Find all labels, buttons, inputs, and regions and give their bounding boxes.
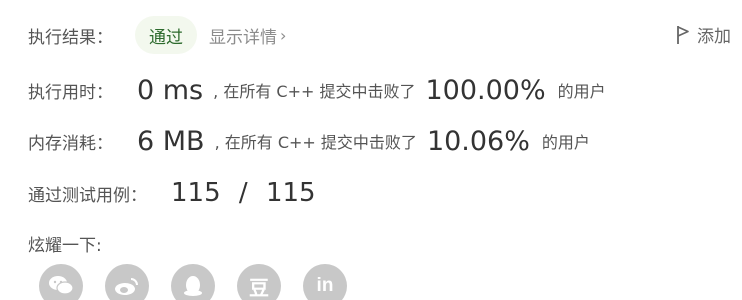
wechat-icon[interactable] xyxy=(39,264,83,300)
linkedin-icon[interactable]: in xyxy=(303,264,347,300)
show-details-label: 显示详情 xyxy=(209,27,277,48)
chevron-right-icon: › xyxy=(280,25,287,45)
result-label: 执行结果： xyxy=(28,27,113,48)
add-note-button[interactable]: 添加 xyxy=(676,22,731,47)
memory-users-text: 的用户 xyxy=(541,133,590,152)
wechat-glyph xyxy=(49,276,74,295)
share-row: 炫耀一下: xyxy=(28,230,102,256)
add-note-label: 添加 xyxy=(697,27,731,47)
memory-value: 6 MB xyxy=(137,125,205,157)
qq-icon[interactable] xyxy=(171,264,215,300)
weibo-icon[interactable] xyxy=(105,264,149,300)
runtime-label: 执行用时： xyxy=(28,82,113,103)
memory-label: 内存消耗： xyxy=(28,133,113,154)
douban-icon[interactable]: 豆 xyxy=(237,264,281,300)
result-row: 执行结果： 通过 显示详情 › xyxy=(28,15,286,55)
testcases-total: 115 xyxy=(265,178,316,208)
testcases-passed: 115 xyxy=(171,178,221,208)
linkedin-glyph: in xyxy=(316,275,334,296)
flag-icon xyxy=(677,25,689,44)
testcases-count: 115 / 115 xyxy=(171,178,316,208)
runtime-value: 0 ms xyxy=(137,74,204,106)
qq-glyph xyxy=(184,276,202,296)
share-icons: 豆 in xyxy=(39,264,369,300)
douban-glyph: 豆 xyxy=(249,275,269,300)
memory-row: 内存消耗： 6 MB , 在所有 C++ 提交中击败了 10.06% 的用户 xyxy=(28,121,590,161)
weibo-glyph xyxy=(115,278,138,295)
status-badge: 通过 xyxy=(135,16,197,54)
runtime-percent: 100.00% xyxy=(425,74,546,106)
memory-beat-text: , 在所有 C++ 提交中击败了 xyxy=(214,133,417,152)
show-details-link[interactable]: 显示详情 › xyxy=(209,23,286,48)
testcases-row: 通过测试用例： 115 / 115 xyxy=(28,173,316,213)
share-label: 炫耀一下: xyxy=(28,235,102,256)
testcases-label: 通过测试用例： xyxy=(28,185,147,206)
testcases-slash: / xyxy=(238,178,248,208)
runtime-row: 执行用时： 0 ms , 在所有 C++ 提交中击败了 100.00% 的用户 xyxy=(28,70,606,110)
runtime-users-text: 的用户 xyxy=(557,82,606,101)
runtime-beat-text: , 在所有 C++ 提交中击败了 xyxy=(213,82,416,101)
memory-percent: 10.06% xyxy=(426,125,530,157)
submission-result-panel: 执行结果： 通过 显示详情 › 添加 执行用时： 0 ms , 在所有 C++ … xyxy=(0,0,742,300)
